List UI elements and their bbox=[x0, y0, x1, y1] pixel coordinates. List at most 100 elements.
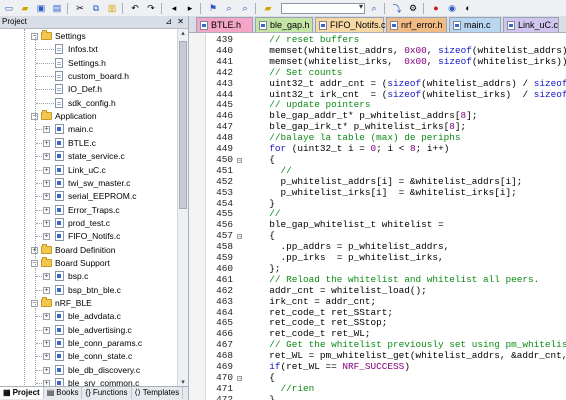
code-line[interactable]: 471 //rien bbox=[189, 383, 566, 395]
save-all-icon[interactable]: ▤ bbox=[50, 2, 64, 14]
fold-toggle-icon[interactable]: − bbox=[237, 375, 242, 381]
toolbar-combo-box[interactable] bbox=[281, 2, 365, 14]
editor-tab[interactable]: FIFO_Notifs.c bbox=[315, 17, 386, 32]
expand-icon[interactable]: + bbox=[43, 153, 50, 161]
tree-folder[interactable]: − Settings bbox=[0, 30, 176, 43]
folder-icon[interactable]: ▰ bbox=[261, 2, 275, 14]
expand-icon[interactable]: + bbox=[43, 179, 50, 187]
code-line[interactable]: 465 ret_code_t ret_SStop; bbox=[189, 317, 566, 329]
bookmark-icon[interactable]: ⚑ bbox=[206, 2, 220, 14]
pin-icon[interactable]: ⊿ bbox=[165, 16, 172, 28]
code-line[interactable]: 450− { bbox=[189, 154, 566, 166]
tree-file[interactable]: + ble_db_discovery.c bbox=[0, 364, 176, 377]
save-icon[interactable]: ▣ bbox=[34, 2, 48, 14]
tree-file[interactable]: IO_Def.h bbox=[0, 83, 176, 96]
tree-file[interactable]: + ble_conn_state.c bbox=[0, 350, 176, 363]
code-line[interactable]: 463 irk_cnt = addr_cnt; bbox=[189, 296, 566, 308]
scrollbar-thumb[interactable] bbox=[179, 41, 187, 209]
tree-file[interactable]: + twi_sw_master.c bbox=[0, 177, 176, 190]
expand-icon[interactable]: + bbox=[43, 273, 50, 281]
more-icon[interactable]: ◐ bbox=[461, 2, 475, 14]
code-line[interactable]: 444 uint32_t irk_cnt = (sizeof(whitelist… bbox=[189, 89, 566, 101]
expand-icon[interactable]: + bbox=[43, 366, 50, 374]
code-line[interactable]: 452 p_whitelist_addrs[i] = &whitelist_ad… bbox=[189, 176, 566, 188]
editor-tab[interactable]: ble_gap.h bbox=[255, 17, 313, 32]
tree-folder[interactable]: − Application bbox=[0, 110, 176, 123]
code-line[interactable]: 459 .pp_irks = p_whitelist_irks, bbox=[189, 252, 566, 264]
expand-icon[interactable]: + bbox=[43, 353, 50, 361]
tree-file[interactable]: Infos.txt bbox=[0, 43, 176, 56]
panel-tab-templates[interactable]: ⟨⟩ Templates bbox=[132, 387, 184, 399]
redo-icon[interactable]: ↷ bbox=[144, 2, 158, 14]
code-line[interactable]: 472 } bbox=[189, 394, 566, 400]
tree-file[interactable]: + ble_advdata.c bbox=[0, 310, 176, 323]
project-tree-scrollbar[interactable]: ▴ ▾ bbox=[177, 29, 188, 387]
open-folder-icon[interactable]: ▰ bbox=[18, 2, 32, 14]
expand-icon[interactable]: + bbox=[43, 313, 50, 321]
code-line[interactable]: 442 // Set counts bbox=[189, 67, 566, 79]
tree-file[interactable]: + bsp.c bbox=[0, 270, 176, 283]
code-line[interactable]: 470− { bbox=[189, 372, 566, 384]
new-file-icon[interactable]: ▭ bbox=[2, 2, 16, 14]
editor-tab[interactable]: nrf_error.h bbox=[386, 17, 447, 32]
expand-icon[interactable]: + bbox=[43, 193, 50, 201]
find-icon[interactable]: ⌕ bbox=[222, 2, 236, 14]
panel-tab-project[interactable]: ▦ Project bbox=[0, 387, 44, 399]
tree-file[interactable]: + FIFO_Notifs.c bbox=[0, 230, 176, 243]
navigate-back-icon[interactable]: ◂ bbox=[167, 2, 181, 14]
close-icon[interactable]: ✕ bbox=[177, 16, 184, 28]
tree-file[interactable]: + Link_uC.c bbox=[0, 164, 176, 177]
code-line[interactable]: 441 memset(whitelist_irks, 0x00, sizeof(… bbox=[189, 56, 566, 68]
step-icon[interactable]: ⤵ bbox=[390, 2, 404, 14]
expand-icon[interactable]: + bbox=[43, 206, 50, 214]
code-line[interactable]: 443 uint32_t addr_cnt = (sizeof(whitelis… bbox=[189, 78, 566, 90]
code-line[interactable]: 453 p_whitelist_irks[i] = &whitelist_irk… bbox=[189, 187, 566, 199]
expand-icon[interactable]: + bbox=[43, 139, 50, 147]
fold-toggle-icon[interactable]: − bbox=[237, 234, 242, 240]
editor-tab[interactable]: main.c bbox=[449, 17, 501, 32]
expand-icon[interactable]: + bbox=[43, 219, 50, 227]
undo-icon[interactable]: ↶ bbox=[128, 2, 142, 14]
tree-file[interactable]: custom_board.h bbox=[0, 70, 176, 83]
tree-folder[interactable]: − nRF_BLE bbox=[0, 297, 176, 310]
tree-folder[interactable]: + Board Definition bbox=[0, 243, 176, 257]
expand-icon[interactable]: + bbox=[43, 126, 50, 134]
panel-tab-functions[interactable]: {} Functions bbox=[82, 387, 132, 399]
tree-file[interactable]: + ble_conn_params.c bbox=[0, 337, 176, 350]
code-line[interactable]: 454 } bbox=[189, 198, 566, 210]
zoom-icon[interactable]: ⌕ bbox=[367, 2, 381, 14]
debug-icon[interactable]: ◉ bbox=[445, 2, 459, 14]
tree-file[interactable]: + bsp_btn_ble.c bbox=[0, 284, 176, 297]
find-icon[interactable]: ⌕ bbox=[238, 2, 252, 14]
tree-folder[interactable]: − Board Support bbox=[0, 256, 176, 270]
paste-icon[interactable]: ▥ bbox=[105, 2, 119, 14]
copy-icon[interactable]: ⧉ bbox=[89, 2, 103, 14]
tree-file[interactable]: + Error_Traps.c bbox=[0, 204, 176, 217]
tree-file[interactable]: + BTLE.c bbox=[0, 137, 176, 150]
expand-icon[interactable]: + bbox=[43, 326, 50, 334]
settings-icon[interactable]: ⚙ bbox=[406, 2, 420, 14]
tree-file[interactable]: Settings.h bbox=[0, 57, 176, 70]
code-line[interactable]: 462 addr_cnt = whitelist_load(); bbox=[189, 285, 566, 297]
code-line[interactable]: 449 for (uint32_t i = 0; i < 8; i++) bbox=[189, 143, 566, 155]
code-line[interactable]: 456 ble_gap_whitelist_t whitelist = bbox=[189, 219, 566, 231]
tree-file[interactable]: + main.c bbox=[0, 123, 176, 136]
expand-icon[interactable]: + bbox=[43, 233, 50, 241]
tree-file[interactable]: + serial_EEPROM.c bbox=[0, 190, 176, 203]
tree-file[interactable]: + ble_advertising.c bbox=[0, 324, 176, 337]
fold-toggle-icon[interactable]: − bbox=[237, 157, 242, 163]
expand-icon[interactable]: + bbox=[43, 166, 50, 174]
cut-icon[interactable]: ✂ bbox=[73, 2, 87, 14]
editor-tab[interactable]: Link_uC.c bbox=[503, 17, 559, 32]
editor-tab[interactable]: BTLE.h bbox=[196, 17, 253, 32]
navigate-forward-icon[interactable]: ▸ bbox=[183, 2, 197, 14]
expand-icon[interactable]: + bbox=[43, 286, 50, 294]
stop-icon[interactable]: ● bbox=[429, 2, 443, 14]
tree-file[interactable]: + state_service.c bbox=[0, 150, 176, 163]
tree-file[interactable]: sdk_config.h bbox=[0, 97, 176, 110]
panel-tab-books[interactable]: ▤ Books bbox=[44, 387, 83, 399]
code-line[interactable]: 469 if(ret_WL == NRF_SUCCESS) bbox=[189, 361, 566, 373]
scroll-up-icon[interactable]: ▴ bbox=[178, 29, 188, 38]
code-editor[interactable]: 439 // reset buffers 440 memset(whitelist… bbox=[189, 33, 566, 400]
tree-file[interactable]: + prod_test.c bbox=[0, 217, 176, 230]
